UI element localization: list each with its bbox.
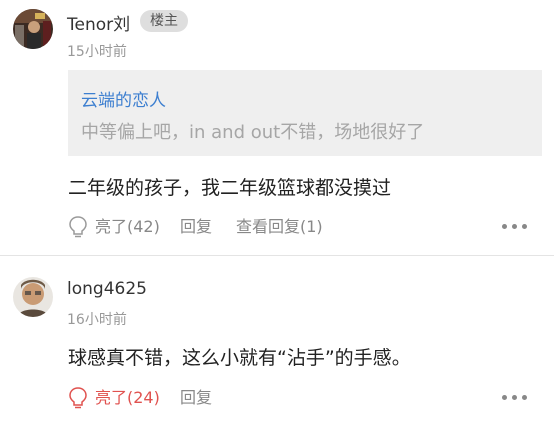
reply-button[interactable]: 回复 (180, 386, 212, 410)
lightbulb-icon[interactable] (68, 215, 90, 239)
comment-item: Tenor刘 楼主 15小时前 云端的恋人 中等偏上吧，in and out不错… (0, 0, 554, 255)
timestamp: 16小时前 (67, 312, 127, 328)
comment-item: long4625 16小时前 球感真不错，这么小就有“沾手”的手感。 亮了(24… (0, 256, 554, 427)
avatar[interactable] (13, 277, 53, 317)
username[interactable]: Tenor刘 (67, 10, 130, 35)
quote-author-link[interactable]: 云端的恋人 (81, 86, 166, 111)
quote-text: 中等偏上吧，in and out不错，场地很好了 (81, 122, 425, 143)
like-button[interactable]: 亮了(24) (95, 386, 160, 410)
comment-content: 二年级的孩子，我二年级篮球都没摸过 (68, 177, 392, 199)
timestamp: 15小时前 (67, 44, 127, 60)
more-dots-icon[interactable] (502, 224, 530, 230)
more-dots-icon[interactable] (502, 395, 530, 401)
avatar[interactable] (13, 9, 53, 49)
username[interactable]: long4625 (67, 279, 147, 299)
reply-button[interactable]: 回复 (180, 215, 212, 239)
like-button[interactable]: 亮了(42) (95, 215, 160, 239)
quoted-comment[interactable]: 云端的恋人 中等偏上吧，in and out不错，场地很好了 (68, 70, 542, 156)
comment-content: 球感真不错，这么小就有“沾手”的手感。 (68, 347, 411, 369)
lightbulb-icon[interactable] (68, 386, 90, 410)
comment-actions: 亮了(42) 回复 查看回复(1) (68, 215, 542, 239)
view-replies-button[interactable]: 查看回复(1) (236, 215, 323, 239)
op-badge: 楼主 (140, 10, 188, 32)
comment-actions: 亮了(24) 回复 (68, 386, 542, 410)
